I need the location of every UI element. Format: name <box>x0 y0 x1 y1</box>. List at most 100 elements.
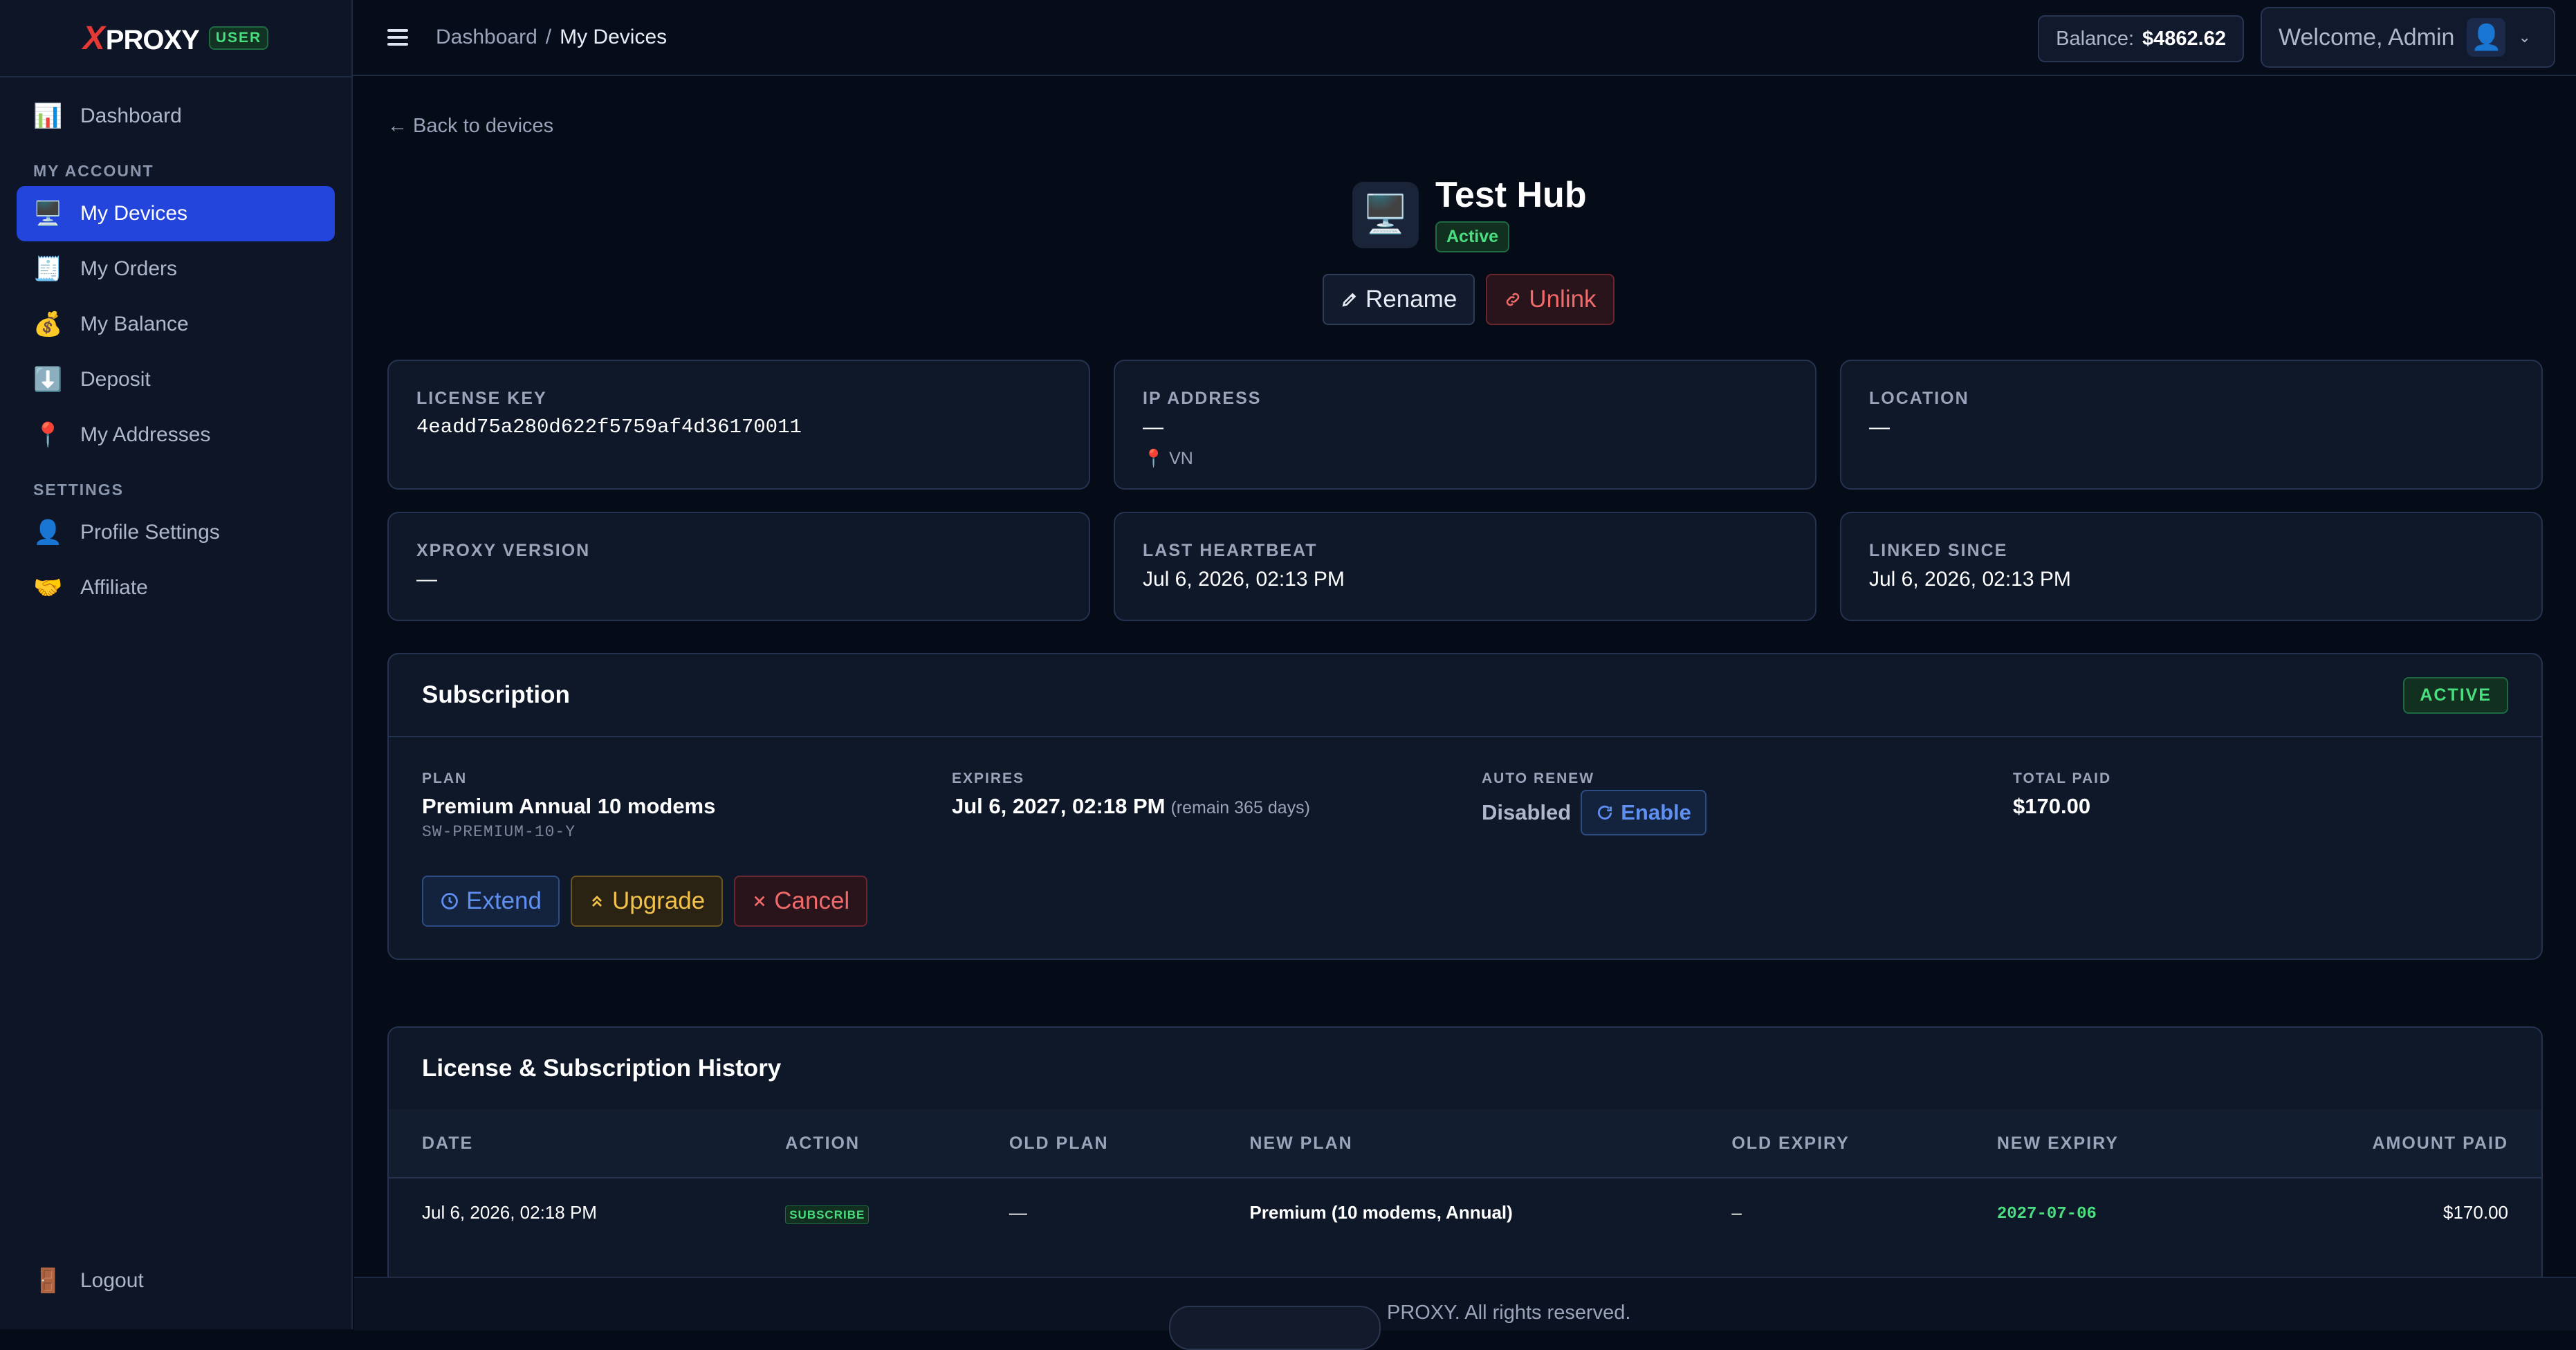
location-value: — <box>1869 416 1890 438</box>
plan-field: PLAN Premium Annual 10 modems SW-PREMIUM… <box>422 770 715 841</box>
sidebar-item-my-devices[interactable]: 🖥️ My Devices <box>17 186 335 241</box>
balance-display[interactable]: Balance: $4862.62 <box>2038 15 2244 62</box>
subscription-details: PLAN Premium Annual 10 modems SW-PREMIUM… <box>389 737 2541 959</box>
column-action[interactable]: ACTION <box>785 1109 1009 1178</box>
row-action: SUBSCRIBE <box>785 1178 1009 1246</box>
dashboard-chart-icon: 📊 <box>33 103 63 129</box>
sidebar-item-profile-settings[interactable]: 👤 Profile Settings <box>17 505 335 560</box>
chevron-down-icon: ⌄ <box>2518 28 2531 46</box>
sidebar-item-label: Deposit <box>80 368 151 391</box>
row-amount-paid: $170.00 <box>2443 1201 2508 1223</box>
subscription-header: Subscription ACTIVE <box>389 654 2541 737</box>
row-old-plan: — <box>1009 1201 1027 1223</box>
expires-field: EXPIRES Jul 6, 2027, 02:18 PM (remain 365… <box>952 770 1310 819</box>
money-bag-icon: 💰 <box>33 311 63 338</box>
rename-label: Rename <box>1365 286 1457 313</box>
user-role-badge: USER <box>208 26 269 50</box>
last-heartbeat-label: LAST HEARTBEAT <box>1143 541 1318 560</box>
subscription-status-badge: ACTIVE <box>2403 676 2508 714</box>
linked-since-card: LINKED SINCE Jul 6, 2026, 02:13 PM <box>1840 512 2543 621</box>
back-to-devices-link[interactable]: ← Back to devices <box>387 115 553 138</box>
ip-country: 📍 VN <box>1143 449 1193 468</box>
last-heartbeat-card: LAST HEARTBEAT Jul 6, 2026, 02:13 PM <box>1114 512 1816 621</box>
history-table-header: DATE ACTION OLD PLAN NEW PLAN OLD EXPIRY… <box>389 1109 2541 1178</box>
column-old-plan[interactable]: OLD PLAN <box>1009 1109 1250 1178</box>
ip-address-card: IP ADDRESS — 📍 VN <box>1114 360 1816 490</box>
history-header: License & Subscription History <box>389 1028 2541 1109</box>
action-badge: SUBSCRIBE <box>785 1205 870 1224</box>
sidebar-item-my-balance[interactable]: 💰 My Balance <box>17 297 335 352</box>
total-paid-label: TOTAL PAID <box>2013 770 2112 786</box>
device-monitor-icon: 🖥️ <box>1352 181 1419 248</box>
total-paid-value: $170.00 <box>2013 794 2091 818</box>
brand[interactable]: XPROXY USER <box>0 0 351 77</box>
door-icon: 🚪 <box>33 1268 63 1294</box>
sidebar-item-my-addresses[interactable]: 📍 My Addresses <box>17 407 335 463</box>
plan-name: Premium Annual 10 modems <box>422 794 716 818</box>
download-arrow-icon: ⬇️ <box>33 367 63 393</box>
breadcrumb-separator: / <box>545 26 552 48</box>
nav-section-settings: SETTINGS <box>33 481 125 499</box>
ip-address-value: — <box>1143 416 1163 438</box>
breadcrumb-dashboard-link[interactable]: Dashboard <box>436 26 537 49</box>
sidebar-item-affiliate[interactable]: 🤝 Affiliate <box>17 560 335 616</box>
column-old-expiry[interactable]: OLD EXPIRY <box>1731 1109 1997 1178</box>
enable-auto-renew-button[interactable]: Enable <box>1581 790 1706 835</box>
row-new-expiry: 2027-07-06 <box>1997 1178 2263 1246</box>
extend-button[interactable]: Extend <box>422 876 560 927</box>
linked-since-label: LINKED SINCE <box>1869 541 2008 560</box>
row-new-plan: Premium (10 modems, Annual) <box>1249 1201 1513 1223</box>
link-icon <box>1506 293 1520 306</box>
expires-value: Jul 6, 2027, 02:18 PM <box>952 794 1166 818</box>
column-new-expiry[interactable]: NEW EXPIRY <box>1996 1109 2263 1178</box>
device-name: Test Hub <box>1435 175 1587 215</box>
hamburger-menu-icon[interactable] <box>387 29 408 46</box>
sidebar-item-logout[interactable]: 🚪 Logout <box>17 1253 335 1309</box>
sidebar-item-label: My Addresses <box>80 423 211 446</box>
device-header: 🖥️ Test Hub Active <box>1352 177 1587 252</box>
xproxy-version-value: — <box>416 568 437 591</box>
sidebar-item-my-orders[interactable]: 🧾 My Orders <box>17 241 335 297</box>
cancel-subscription-button[interactable]: Cancel <box>734 876 868 927</box>
sidebar-item-label: Affiliate <box>80 576 148 599</box>
user-menu-button[interactable]: Welcome, Admin 👤 ⌄ <box>2261 7 2555 68</box>
unlink-label: Unlink <box>1529 286 1597 313</box>
upgrade-button[interactable]: Upgrade <box>570 876 724 927</box>
sidebar: XPROXY USER 📊 Dashboard MY ACCOUNT 🖥️ My… <box>0 0 353 1329</box>
auto-renew-label: AUTO RENEW <box>1482 770 1595 786</box>
sidebar-item-dashboard[interactable]: 📊 Dashboard <box>17 89 335 144</box>
xproxy-version-label: XPROXY VERSION <box>416 541 591 560</box>
history-table: DATE ACTION OLD PLAN NEW PLAN OLD EXPIRY… <box>389 1109 2541 1246</box>
column-date[interactable]: DATE <box>389 1109 786 1178</box>
subscription-actions: Extend Upgrade Cancel <box>422 876 868 927</box>
last-heartbeat-value: Jul 6, 2026, 02:13 PM <box>1143 568 1345 591</box>
receipt-icon: 🧾 <box>33 256 63 282</box>
double-chevron-up-icon <box>591 896 602 907</box>
xproxy-version-card: XPROXY VERSION — <box>387 512 1090 621</box>
floating-toolbar[interactable] <box>1169 1306 1381 1350</box>
location-label: LOCATION <box>1869 389 1969 408</box>
footer-copyright: PROXY. All rights reserved. <box>1387 1302 1631 1324</box>
close-icon <box>754 896 765 907</box>
table-row: Jul 6, 2026, 02:18 PM SUBSCRIBE — Premiu… <box>389 1178 2541 1246</box>
unlink-button[interactable]: Unlink <box>1486 274 1614 325</box>
license-key-value[interactable]: 4eadd75a280d622f5759af4d36170011 <box>416 416 1061 438</box>
linked-since-value: Jul 6, 2026, 02:13 PM <box>1869 568 2071 591</box>
extend-label: Extend <box>466 887 542 914</box>
history-title: License & Subscription History <box>422 1055 782 1082</box>
footer: PROXY. All rights reserved. <box>354 1277 2576 1350</box>
location-card: LOCATION — <box>1840 360 2543 490</box>
column-new-plan[interactable]: NEW PLAN <box>1249 1109 1732 1178</box>
map-pin-icon: 📍 <box>33 422 63 448</box>
sidebar-item-label: My Orders <box>80 257 178 280</box>
plan-label: PLAN <box>422 770 468 786</box>
column-amount-paid[interactable]: AMOUNT PAID <box>2262 1109 2541 1178</box>
total-paid-field: TOTAL PAID $170.00 <box>2013 770 2111 819</box>
sidebar-item-label: Logout <box>80 1269 144 1292</box>
sidebar-item-deposit[interactable]: ⬇️ Deposit <box>17 352 335 407</box>
avatar: 👤 <box>2467 18 2506 57</box>
xproxy-logo[interactable]: XPROXY <box>83 19 200 57</box>
rename-button[interactable]: Rename <box>1323 274 1475 325</box>
subscription-panel: Subscription ACTIVE PLAN Premium Annual … <box>387 653 2543 960</box>
device-status-badge: Active <box>1435 221 1510 252</box>
